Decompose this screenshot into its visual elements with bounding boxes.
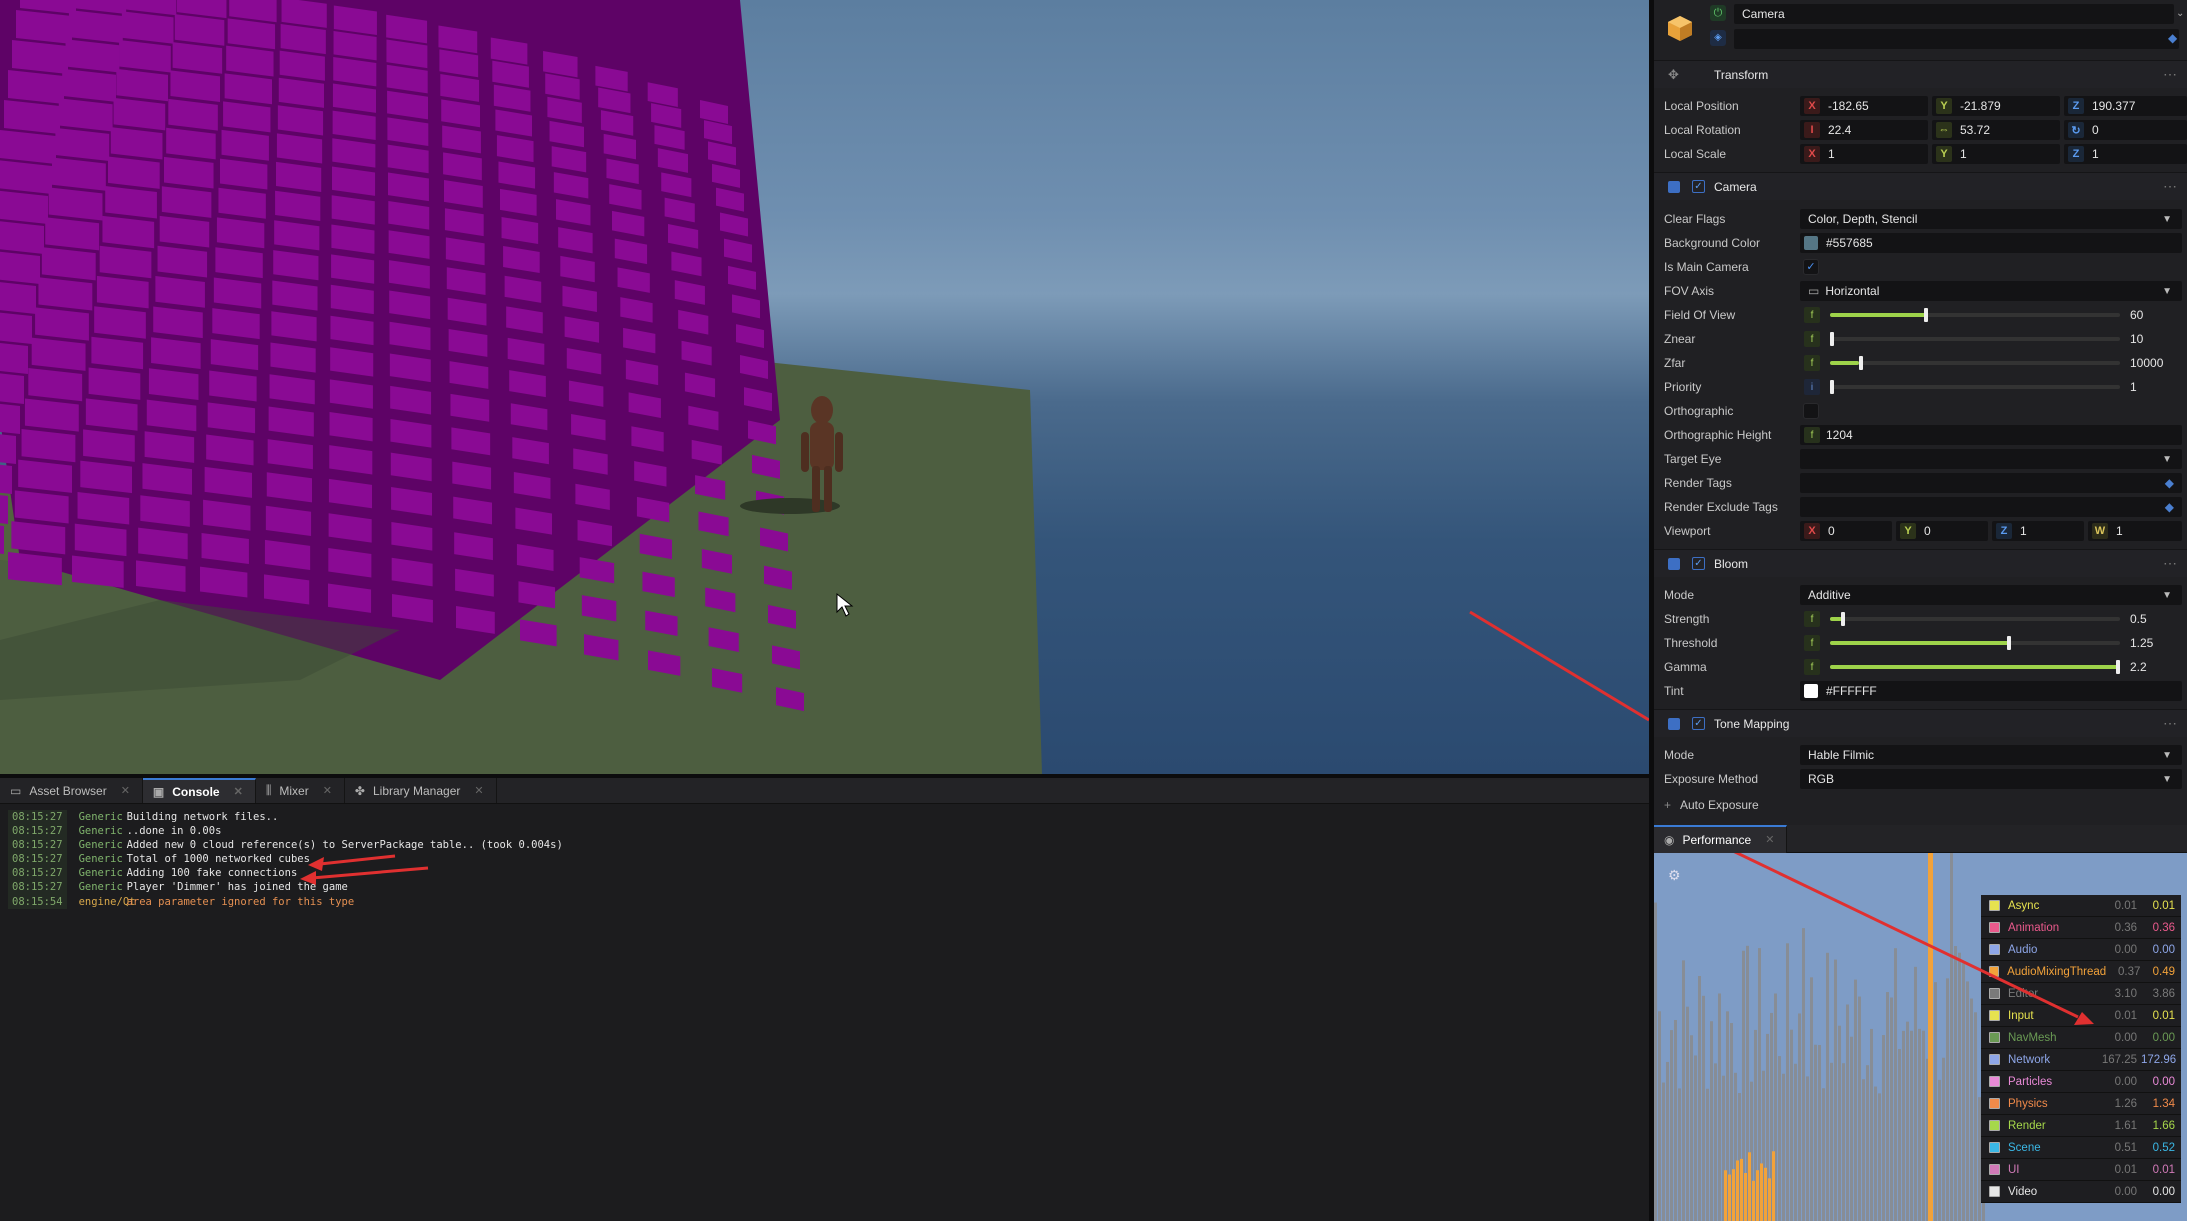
tag-icon[interactable]: ◆	[2168, 31, 2177, 45]
rotation-pitch-field[interactable]: I 22.4	[1800, 120, 1928, 140]
performance-graph[interactable]: ⚙ Async 0.01 0.01 Animation 0.36 0.36 Audio 0.0…	[1654, 853, 2187, 1221]
gauge-icon: ◉	[1664, 832, 1675, 847]
scale-z-field[interactable]: Z1	[2064, 144, 2187, 164]
annotation-arrows	[300, 854, 429, 885]
inspector-panel: ⏻ ◈ Camera ⌄ ◆ ✥ Transform ⋯ Local Posit…	[1654, 0, 2187, 825]
render-tags-field[interactable]: ◆	[1800, 473, 2182, 493]
move-icon: ✥	[1668, 66, 1679, 82]
effect-icon	[1668, 717, 1680, 730]
threshold-slider[interactable]: f 1.25	[1800, 633, 2182, 653]
more-icon[interactable]: ⋯	[2163, 66, 2177, 83]
tint-color-field[interactable]: #FFFFFF	[1800, 681, 2182, 701]
background-color-field[interactable]: #557685	[1800, 233, 2182, 253]
more-icon[interactable]: ⋯	[2163, 555, 2177, 572]
tone-mapping-section-header[interactable]: ✓ Tone Mapping ⋯	[1654, 709, 2187, 737]
wall-cube	[0, 130, 56, 164]
bottom-panel: ▭ Asset Browser ✕ ▣ Console ✕ ⫼ Mixer ✕ ✤ Libra…	[0, 778, 1649, 1221]
camera-section-header[interactable]: ✓ Camera ⋯	[1654, 172, 2187, 200]
transform-section-header[interactable]: ✥ Transform ⋯	[1654, 60, 2187, 88]
camera-enabled-checkbox[interactable]: ✓	[1692, 180, 1705, 193]
scale-y-field[interactable]: Y1	[1932, 144, 2060, 164]
performance-panel: ◉ Performance ✕ ⚙ Async 0.01 0.01 Animation 0.…	[1654, 824, 2187, 1221]
color-swatch	[1804, 236, 1818, 250]
color-swatch	[1804, 684, 1818, 698]
position-y-field[interactable]: Y -21.879	[1932, 96, 2060, 116]
orthographic-height-field[interactable]: f 1204	[1800, 425, 2182, 445]
close-icon[interactable]: ✕	[1765, 833, 1774, 846]
bloom-mode-dropdown[interactable]: Additive ▼	[1800, 585, 2182, 605]
power-icon[interactable]: ⏻	[1710, 5, 1726, 21]
rotation-yaw-field[interactable]: ⇔ 53.72	[1932, 120, 2060, 140]
bloom-enabled-checkbox[interactable]: ✓	[1692, 557, 1705, 570]
target-eye-dropdown[interactable]: ▼	[1800, 449, 2182, 469]
tone-mode-dropdown[interactable]: Hable Filmic ▼	[1800, 745, 2182, 765]
gamma-slider[interactable]: f 2.2	[1800, 657, 2182, 677]
exposure-method-dropdown[interactable]: RGB ▼	[1800, 769, 2182, 789]
fov-axis-dropdown[interactable]: ▭ Horizontal ▼	[1800, 281, 2182, 301]
tone-mapping-enabled-checkbox[interactable]: ✓	[1692, 717, 1705, 730]
fov-slider[interactable]: f 60	[1800, 305, 2182, 325]
camera-icon	[1668, 180, 1680, 193]
clear-flags-dropdown[interactable]: Color, Depth, Stencil ▼	[1800, 209, 2182, 229]
bloom-section-header[interactable]: ✓ Bloom ⋯	[1654, 549, 2187, 577]
znear-slider[interactable]: f 10	[1800, 329, 2182, 349]
tag-icon: ◆	[2164, 500, 2174, 514]
tags-input[interactable]	[1734, 29, 2179, 49]
tag-icon: ◆	[2164, 476, 2174, 490]
annotation-arrow	[1733, 853, 2094, 1025]
viewport-y-field[interactable]: Y0	[1896, 521, 1988, 541]
is-main-camera-checkbox[interactable]: ✓	[1803, 259, 1819, 275]
more-icon[interactable]: ⋯	[2163, 178, 2177, 195]
orthographic-checkbox[interactable]	[1803, 403, 1819, 419]
auto-exposure-group[interactable]: + Auto Exposure	[1654, 793, 2187, 817]
viewport-z-field[interactable]: Z1	[1992, 521, 2084, 541]
tab-performance[interactable]: ◉ Performance ✕	[1654, 824, 1788, 853]
strength-slider[interactable]: f 0.5	[1800, 609, 2182, 629]
frame-icon: ▭	[1808, 284, 1820, 298]
object-name-input[interactable]: Camera	[1734, 4, 2174, 24]
scene-viewport[interactable]	[0, 0, 1649, 774]
position-x-field[interactable]: X -182.65	[1800, 96, 1928, 116]
effect-icon	[1668, 557, 1680, 570]
scale-x-field[interactable]: X1	[1800, 144, 1928, 164]
chevron-down-icon[interactable]: ⌄	[2176, 8, 2184, 19]
more-icon[interactable]: ⋯	[2163, 715, 2177, 732]
viewport-x-field[interactable]: X0	[1800, 521, 1892, 541]
object-icon	[1666, 14, 1694, 42]
chevron-down-icon: ▼	[2162, 213, 2172, 225]
position-z-field[interactable]: Z 190.377	[2064, 96, 2187, 116]
network-icon[interactable]: ◈	[1710, 30, 1726, 46]
plus-icon: +	[1664, 798, 1672, 812]
render-exclude-tags-field[interactable]: ◆	[1800, 497, 2182, 517]
rotation-roll-field[interactable]: ↻ 0	[2064, 120, 2187, 140]
viewport-w-field[interactable]: W1	[2088, 521, 2182, 541]
zfar-slider[interactable]: f 10000	[1800, 353, 2182, 373]
priority-slider[interactable]: i1	[1800, 377, 2182, 397]
